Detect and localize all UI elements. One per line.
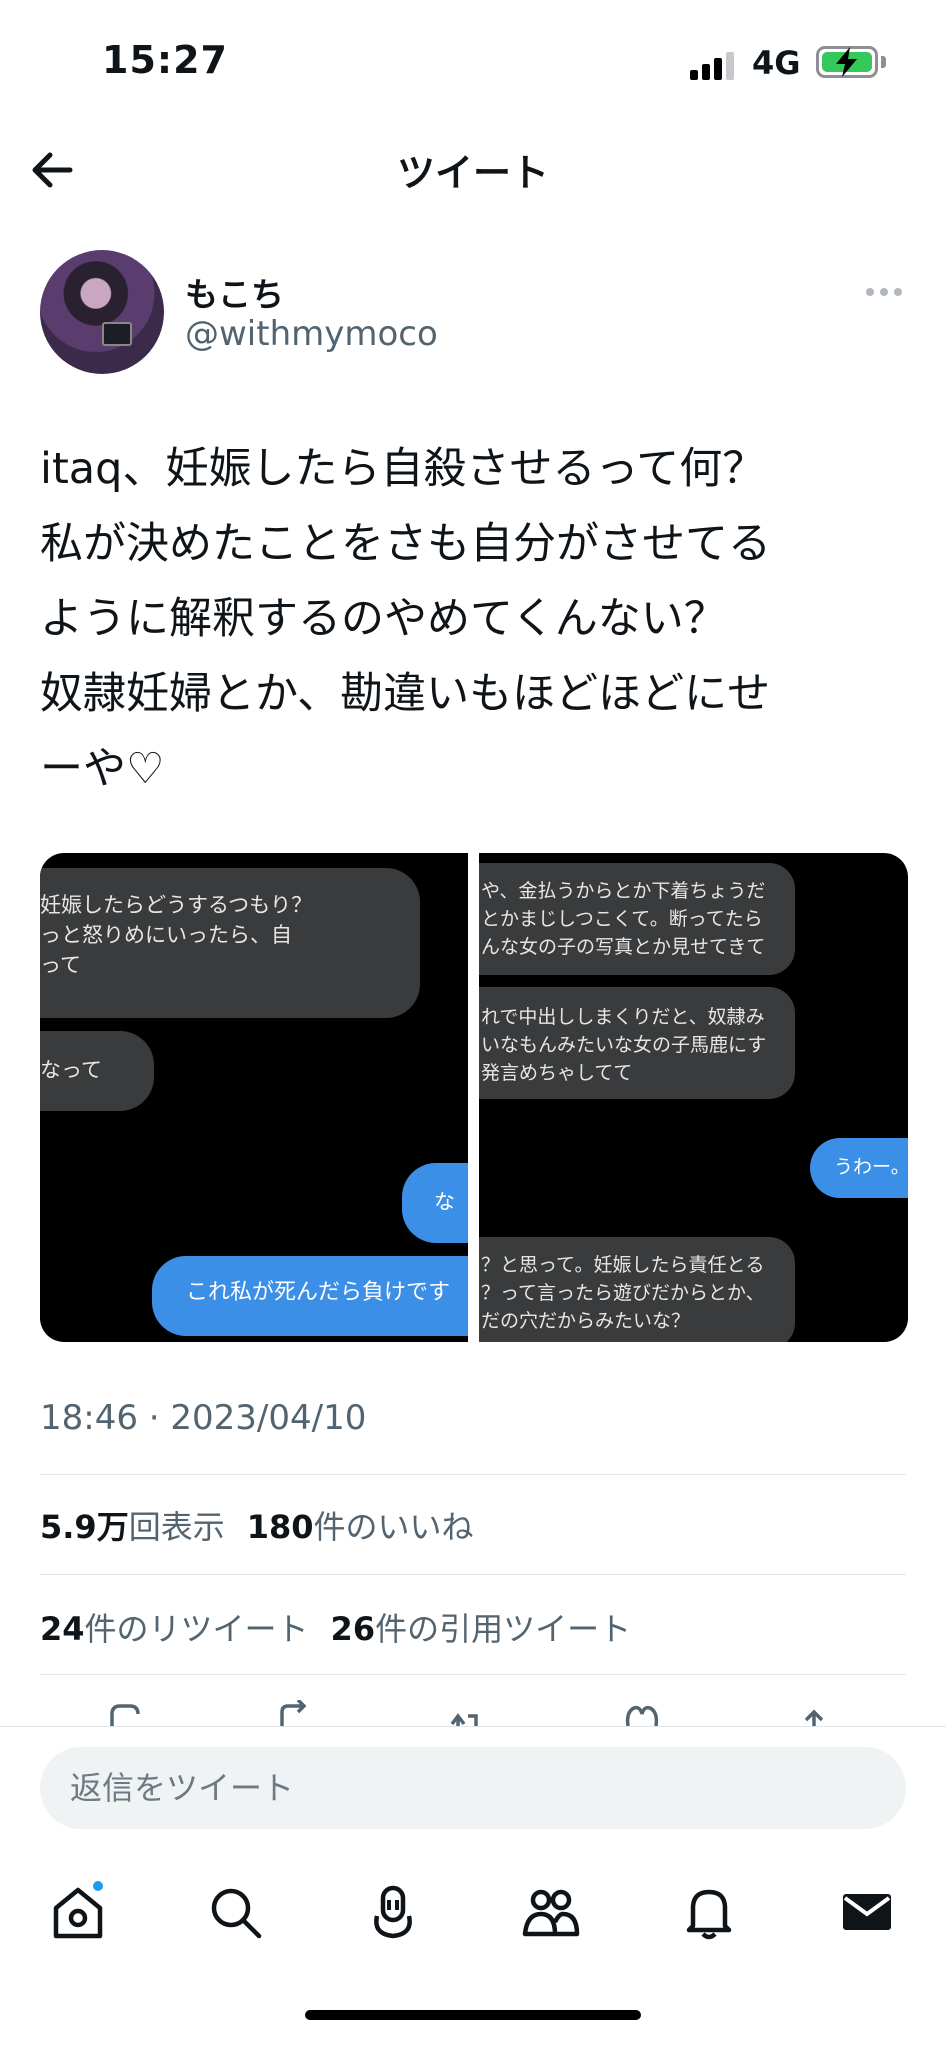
notification-dot: [91, 1879, 105, 1893]
media-image-left[interactable]: 妊娠したらどうするつもり？ っと怒りめにいったら、自 って なって な これ私が…: [40, 853, 468, 1342]
chat-bubble: なって: [40, 1031, 154, 1111]
communities-icon[interactable]: [516, 1877, 586, 1947]
quotes-count[interactable]: 26: [331, 1610, 376, 1648]
chat-bubble: ？と思って。妊娠したら責任とる ？って言ったら遊びだからとか、 だの穴だからみた…: [479, 1237, 795, 1342]
avatar[interactable]: [40, 250, 164, 374]
media-image-right[interactable]: や、金払うからとか下着ちょうだ とかまじしつこくて。断ってたら んな女の子の写真…: [479, 853, 908, 1342]
tweet-action-bar: [0, 1690, 946, 1730]
chat-bubble: な: [402, 1163, 468, 1243]
quotes-label[interactable]: 件の引用ツイート: [375, 1610, 631, 1648]
status-bar: 15:27 4G: [0, 0, 946, 120]
divider: [40, 1574, 906, 1575]
bottom-tab-bar: [0, 1877, 946, 1967]
stats-row-views-likes: 5.9万回表示 180件のいいね: [40, 1502, 474, 1548]
more-icon[interactable]: [866, 276, 906, 306]
views-count: 5.9万: [40, 1508, 129, 1546]
divider: [40, 1474, 906, 1475]
messages-icon[interactable]: [832, 1877, 902, 1947]
chat-bubble: これ私が死んだら負けです: [152, 1256, 468, 1336]
status-time: 15:27: [102, 38, 228, 82]
signal-icon: [690, 48, 738, 80]
tweet-text: itaq、妊娠したら自殺させるって何？ 私が決めたことをさも自分がさせてる よう…: [40, 444, 771, 794]
tweet-timestamp: 18:46 · 2023/04/10: [40, 1398, 367, 1438]
reply-composer-area: [0, 1726, 946, 2048]
chat-bubble: うわー。: [810, 1138, 908, 1198]
notifications-icon[interactable]: [674, 1877, 744, 1947]
home-indicator[interactable]: [305, 2010, 641, 2020]
retweets-label[interactable]: 件のリツイート: [85, 1610, 309, 1648]
retweets-count[interactable]: 24: [40, 1610, 85, 1648]
author-display-name[interactable]: もこち: [185, 268, 284, 316]
battery-icon: [816, 46, 878, 78]
battery-tip: [881, 56, 886, 68]
likes-label[interactable]: 件のいいね: [314, 1508, 474, 1546]
network-label: 4G: [752, 44, 801, 82]
chat-bubble: 妊娠したらどうするつもり？ っと怒りめにいったら、自 って: [40, 868, 420, 1018]
spaces-icon[interactable]: [358, 1877, 428, 1947]
page-title: ツイート: [396, 151, 549, 195]
search-icon[interactable]: [200, 1877, 270, 1947]
chat-bubble: れで中出ししまくりだと、奴隷み いなもんみたいな女の子馬鹿にす 発言めちゃしてて: [479, 987, 795, 1099]
chat-bubble: や、金払うからとか下着ちょうだ とかまじしつこくて。断ってたら んな女の子の写真…: [479, 863, 795, 975]
views-label: 回表示: [128, 1508, 225, 1546]
reply-input[interactable]: [40, 1747, 906, 1829]
header: ツイート: [0, 120, 946, 220]
tweet-media[interactable]: 妊娠したらどうするつもり？ っと怒りめにいったら、自 って なって な これ私が…: [40, 853, 908, 1342]
home-icon[interactable]: [43, 1877, 113, 1947]
stats-row-retweets-quotes: 24件のリツイート 26件の引用ツイート: [40, 1604, 631, 1650]
likes-count[interactable]: 180: [247, 1508, 314, 1546]
author-handle[interactable]: @withmymoco: [185, 314, 438, 354]
divider: [40, 1674, 906, 1675]
